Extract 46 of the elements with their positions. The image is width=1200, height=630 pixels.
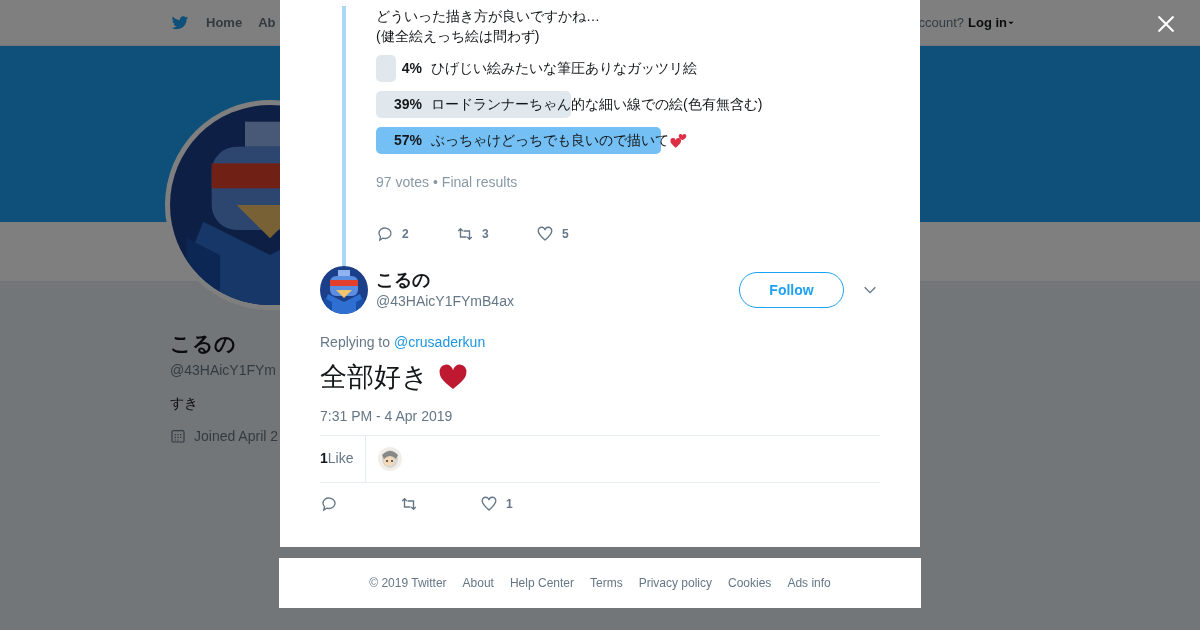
poll-percent: 57% bbox=[392, 131, 422, 150]
tweet-time: 7:31 PM - 4 Apr 2019 bbox=[320, 406, 454, 426]
footer-link[interactable]: Help Center bbox=[505, 574, 578, 592]
separator-dot: • bbox=[432, 173, 438, 192]
profile-bio: すき bbox=[170, 393, 198, 413]
footer-link[interactable]: Privacy policy bbox=[634, 574, 716, 592]
action-count: 5 bbox=[562, 226, 569, 243]
follow-button[interactable]: Follow bbox=[739, 272, 844, 308]
reply-icon[interactable] bbox=[376, 225, 394, 243]
like-count: 1Like bbox=[320, 435, 367, 482]
heart-icon[interactable] bbox=[536, 225, 554, 243]
joined-date: Joined April 2 bbox=[194, 426, 279, 446]
footer-link[interactable]: Ads info bbox=[783, 574, 835, 592]
reply-icon[interactable] bbox=[320, 494, 338, 513]
close-icon[interactable] bbox=[1156, 14, 1176, 34]
action-count: 2 bbox=[402, 226, 409, 243]
tweet-text: (健全絵えっち絵は問わず) bbox=[376, 27, 541, 46]
nav-link[interactable]: Ab bbox=[258, 13, 276, 33]
poll-percent: 39% bbox=[392, 95, 422, 114]
login-prompt: ccount? bbox=[918, 14, 964, 33]
poll-option: ロードランナーちゃん的な細い線での絵(色有無含む) bbox=[431, 94, 763, 115]
retweet-icon[interactable] bbox=[456, 225, 474, 243]
nav-link[interactable]: Home bbox=[206, 13, 243, 33]
hearts-icon bbox=[669, 131, 687, 150]
action-count: 1 bbox=[506, 495, 513, 513]
user-name: こるの bbox=[376, 268, 431, 291]
profile-name: こるの bbox=[170, 331, 236, 357]
replying-to: Replying to @crusaderkun bbox=[320, 333, 487, 352]
poll-status: Final results bbox=[441, 173, 518, 192]
calendar-icon bbox=[170, 428, 186, 444]
tweet-text: どういった描き方が良いですかね… bbox=[376, 7, 601, 26]
poll-percent: 4% bbox=[400, 59, 422, 78]
copyright: © 2019 Twitter bbox=[368, 575, 448, 592]
action-count: 3 bbox=[482, 226, 489, 243]
login-link[interactable]: Log in bbox=[968, 13, 1007, 33]
footer-link[interactable]: About bbox=[458, 574, 498, 592]
heart-icon[interactable] bbox=[480, 494, 498, 513]
mention-link[interactable]: @crusaderkun bbox=[393, 334, 486, 350]
profile-handle: @43HAicY1FYm bbox=[170, 360, 277, 380]
footer-link[interactable]: Cookies bbox=[724, 574, 776, 592]
caret-icon[interactable] bbox=[1007, 19, 1015, 27]
footer-link[interactable]: Terms bbox=[586, 574, 627, 592]
tweet-text: 全部好き bbox=[320, 361, 429, 394]
poll-option: ひげじい絵みたいな筆圧ありなガッツリ絵 bbox=[431, 58, 697, 79]
user-handle: @43HAicY1FYmB4ax bbox=[376, 291, 515, 311]
vote-count: 97 votes bbox=[376, 173, 429, 192]
